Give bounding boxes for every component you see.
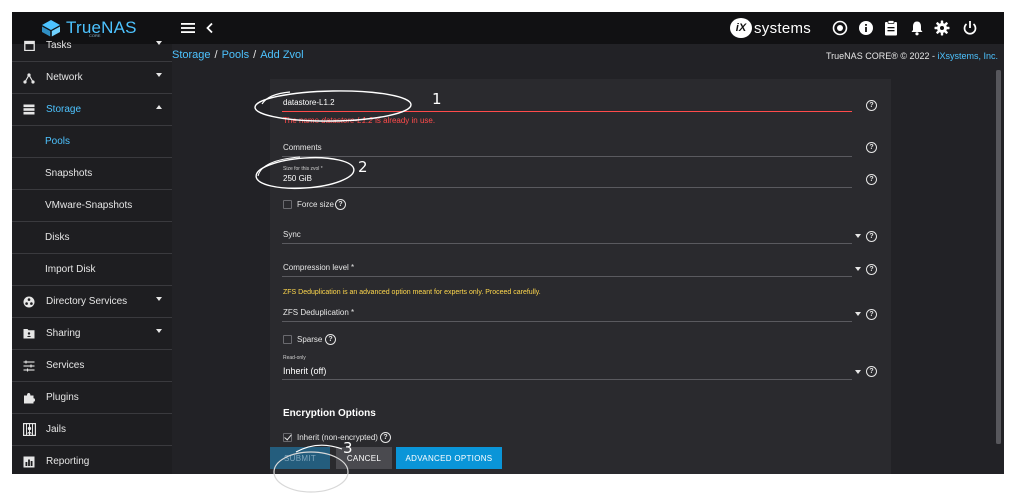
- annotation-number-3: 3: [343, 439, 353, 457]
- submit-button[interactable]: SUBMIT: [270, 447, 330, 469]
- advanced-options-button[interactable]: ADVANCED OPTIONS: [396, 447, 502, 469]
- annotation-number-2: 2: [358, 158, 368, 176]
- annotation-number-1: 1: [432, 90, 442, 108]
- button-clip: SUBMIT CANCEL ADVANCED OPTIONS: [0, 0, 1012, 474]
